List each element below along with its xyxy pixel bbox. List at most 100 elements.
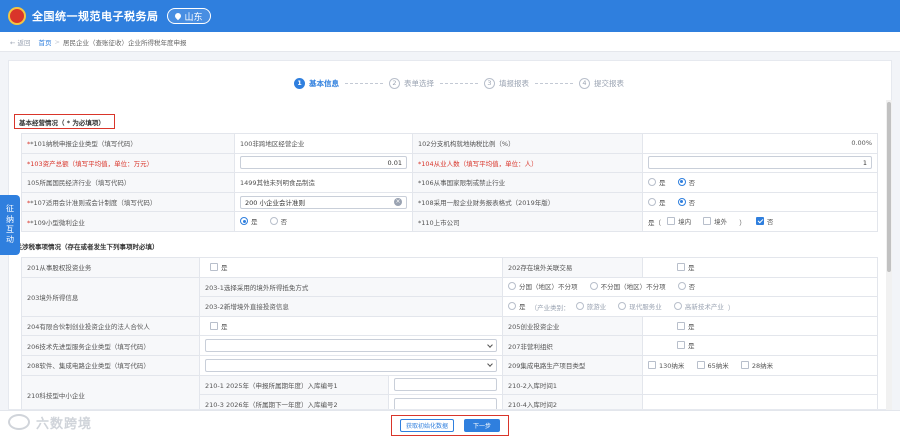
registration-date-2-cell xyxy=(642,394,878,409)
basic-operations-table: **101纳税申报企业类型（填写代码） 100非跨地区经营企业 102分支机构就… xyxy=(21,133,878,232)
vertical-scrollbar[interactable] xyxy=(886,100,892,410)
radio-no[interactable]: 否 xyxy=(677,197,695,207)
radio-selected-icon xyxy=(240,217,248,226)
scrollbar-thumb[interactable] xyxy=(887,102,891,272)
enterprise-type-value: 100非跨地区经营企业 xyxy=(234,133,413,154)
checkbox-limited-partner[interactable]: 是 xyxy=(210,321,228,331)
radio-tourism[interactable]: 旅游业 xyxy=(575,301,606,311)
fetch-initial-data-button[interactable]: 获取初始化数据 xyxy=(399,419,454,432)
radio-by-country[interactable]: 分国（地区）不分项 xyxy=(508,281,578,291)
chevron-down-icon xyxy=(487,361,493,368)
watermark: 六数跨境 xyxy=(8,411,92,433)
radio-yes[interactable]: 是 xyxy=(648,177,666,187)
field-label: 210科技型中小企业 xyxy=(21,374,200,409)
next-step-button[interactable]: 下一步 xyxy=(463,419,500,432)
total-assets-input[interactable]: 0.01 xyxy=(240,156,407,170)
checkbox-icon xyxy=(677,341,685,350)
checkbox-related-transaction[interactable]: 是 xyxy=(677,262,695,272)
field-label: 205创业投资企业 xyxy=(502,315,643,337)
field-label: *104从业人数（填写平均值，单位：人） xyxy=(412,152,643,174)
field-label: **109小型微利企业 xyxy=(21,211,235,232)
field-label: *106从事国家限制或禁止行业 xyxy=(412,172,643,193)
radio-icon xyxy=(648,177,656,186)
radio-yes[interactable]: 是 xyxy=(508,301,526,311)
table-row: **101纳税申报企业类型（填写代码） 100非跨地区经营企业 102分支机构就… xyxy=(21,133,878,154)
radio-icon xyxy=(618,301,627,310)
clear-icon[interactable]: × xyxy=(394,198,402,207)
radio-icon xyxy=(575,301,584,310)
checkbox-28nm[interactable]: 28纳米 xyxy=(740,360,773,370)
radio-modern-services[interactable]: 现代服务业 xyxy=(618,301,662,311)
checkbox-icon xyxy=(210,262,218,271)
checkbox-icon xyxy=(740,360,749,369)
tax-matters-table: 201从事股权投资业务 是 202存在境外关联交易 是 203境外所得信息 20… xyxy=(21,257,878,409)
step-connector xyxy=(345,82,383,84)
radio-icon xyxy=(508,301,516,310)
location-pin-icon xyxy=(173,11,182,21)
breadcrumb-current: 居民企业（查账征收）企业所得税年度申报 xyxy=(62,38,187,47)
radio-not-by-country[interactable]: 不分国（地区）不分项 xyxy=(589,281,666,291)
accounting-standard-cell: 200 小企业会计准则 × xyxy=(234,191,413,213)
accounting-standard-select[interactable]: 200 小企业会计准则 × xyxy=(240,195,407,209)
step-fill-report[interactable]: 3 填报报表 xyxy=(484,77,529,89)
checkbox-overseas[interactable]: 境外 xyxy=(703,216,727,226)
field-label: 206技术先进型服务企业类型（填写代码） xyxy=(21,335,200,356)
field-label: 208软件、集成电路企业类型（填写代码） xyxy=(21,354,200,376)
field-label: 203-1选择采用的境外所得抵免方式 xyxy=(199,276,503,298)
side-interaction-tab[interactable]: 征 纳 互 动 xyxy=(0,195,20,255)
field-label: 105所属国民经济行业（填写代码） xyxy=(21,172,235,193)
field-label: 204有限合伙制创业投资企业的法人合伙人 xyxy=(21,315,200,337)
breadcrumb-home[interactable]: 首页 xyxy=(39,37,52,47)
software-ic-type-select[interactable] xyxy=(205,358,497,372)
checkbox-domestic[interactable]: 境内 xyxy=(667,216,691,226)
credit-method-options: 分国（地区）不分项 不分国（地区）不分项 否 xyxy=(502,276,878,298)
field-label: 210-2入库时间1 xyxy=(502,374,643,396)
radio-no[interactable]: 否 xyxy=(677,177,695,187)
radio-icon xyxy=(648,197,656,206)
radio-icon xyxy=(269,217,278,226)
field-label: **101纳税申报企业类型（填写代码） xyxy=(21,133,235,154)
employee-count-input[interactable]: 1 xyxy=(648,156,872,170)
checkbox-venture-capital[interactable]: 是 xyxy=(677,321,695,331)
field-label: 210-4入库时间2 xyxy=(502,394,643,409)
region-selector[interactable]: 山东 xyxy=(166,8,211,24)
checkbox-checked-icon xyxy=(755,217,764,226)
table-row: 208软件、集成电路企业类型（填写代码） 209集成电路生产项目类型 130纳米… xyxy=(21,354,878,376)
checkbox-65nm[interactable]: 65纳米 xyxy=(696,360,729,370)
back-link[interactable]: ← 返回 xyxy=(10,37,31,47)
checkbox-equity-investment[interactable]: 是 xyxy=(210,262,228,272)
tax-emblem-icon xyxy=(8,7,26,25)
advanced-tech-type-select[interactable] xyxy=(205,339,497,353)
checkbox-no[interactable]: 否 xyxy=(755,216,773,226)
radio-no[interactable]: 否 xyxy=(269,216,287,226)
field-label: 203-2新增境外直接投资信息 xyxy=(199,296,503,317)
radio-yes[interactable]: 是 xyxy=(240,216,258,226)
region-label: 山东 xyxy=(184,12,203,23)
field-label: 207非营利组织 xyxy=(502,335,643,356)
overseas-investment-options: 是 （产业类别： 旅游业 现代服务业 高新技术产业 ） xyxy=(502,296,878,317)
radio-high-tech[interactable]: 高新技术产业 xyxy=(673,301,724,311)
industry-value: 1499其他未列明食品制造 xyxy=(234,172,413,193)
radio-no[interactable]: 否 xyxy=(677,281,695,291)
top-header: 全国统一规范电子税务局 山东 xyxy=(0,0,900,32)
registration-number-2-input[interactable] xyxy=(394,397,497,409)
registration-number-1-input[interactable] xyxy=(394,378,497,392)
step-form-select[interactable]: 2 表单选择 xyxy=(389,77,434,89)
field-label: 201从事股权投资业务 xyxy=(21,257,200,278)
field-label: 210-3 2026年（所属期下一年度）入库编号2 xyxy=(199,394,389,409)
field-label: **107适用会计准则或会计制度（填写代码） xyxy=(21,191,235,213)
checkbox-icon xyxy=(648,360,656,369)
step-submit-report[interactable]: 4 提交报表 xyxy=(579,77,624,89)
table-row: **107适用会计准则或会计制度（填写代码） 200 小企业会计准则 × *108… xyxy=(21,191,878,213)
checkbox-130nm[interactable]: 130纳米 xyxy=(648,360,684,370)
checkbox-icon xyxy=(210,321,218,330)
table-row: 210科技型中小企业 210-1 2025年（申报所属期年度）入库编号1 210… xyxy=(21,374,878,409)
radio-yes[interactable]: 是 xyxy=(648,197,666,207)
field-label: *103资产总额（填写平均值，单位：万元） xyxy=(21,152,235,174)
chevron-down-icon xyxy=(487,341,493,348)
restricted-industry-options: 是 否 xyxy=(642,172,878,193)
step-basic-info[interactable]: 1 基本信息 xyxy=(294,77,339,89)
app-title: 全国统一规范电子税务局 xyxy=(32,10,159,23)
checkbox-nonprofit[interactable]: 是 xyxy=(677,340,695,350)
field-label: *110上市公司 xyxy=(412,211,643,232)
